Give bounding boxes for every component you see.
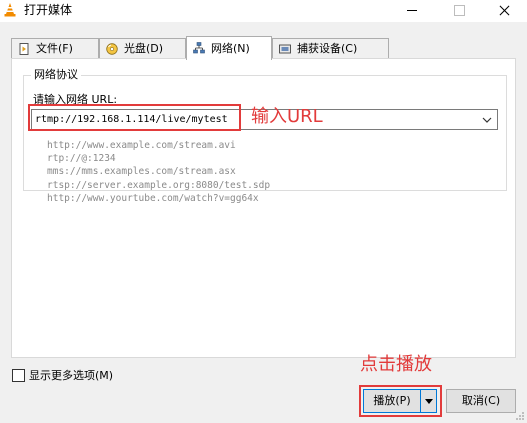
- capture-device-icon: [279, 44, 291, 54]
- tab-network[interactable]: 网络(N): [186, 36, 272, 60]
- tab-network-label: 网络(N): [211, 42, 250, 55]
- network-icon: [193, 42, 205, 54]
- play-options-dropdown[interactable]: [420, 389, 437, 413]
- tab-disc-label: 光盘(D): [124, 42, 164, 55]
- example-url: http://www.yourtube.com/watch?v=gg64x: [47, 192, 259, 204]
- cancel-button[interactable]: 取消(C): [446, 389, 516, 413]
- chevron-down-icon: [425, 399, 433, 404]
- file-icon: [19, 43, 29, 55]
- group-title: 网络协议: [31, 68, 81, 82]
- tab-disc[interactable]: 光盘(D): [99, 38, 186, 58]
- minimize-icon: [407, 10, 417, 11]
- chevron-down-icon[interactable]: [480, 112, 494, 127]
- example-url: rtsp://server.example.org:8080/test.sdp: [47, 179, 271, 191]
- maximize-icon: [454, 5, 465, 16]
- network-tab-panel: 网络协议 请输入网络 URL: http://www.example.com/s…: [11, 58, 516, 358]
- vlc-cone-icon: [4, 3, 16, 17]
- more-options-label[interactable]: 显示更多选项(M): [29, 369, 113, 383]
- play-button-label: 播放(P): [373, 394, 411, 407]
- tab-bar: 文件(F) 光盘(D) 网络(N) 捕获设备(C): [11, 36, 516, 60]
- tab-file[interactable]: 文件(F): [11, 38, 99, 58]
- play-button[interactable]: 播放(P): [363, 389, 421, 413]
- cancel-button-label: 取消(C): [461, 394, 501, 407]
- example-url: http://www.example.com/stream.avi: [47, 140, 236, 151]
- example-url: rtp://@:1234: [47, 153, 116, 165]
- more-options-checkbox[interactable]: [12, 369, 25, 382]
- close-button[interactable]: [481, 0, 527, 22]
- minimize-button[interactable]: [389, 0, 435, 22]
- tab-file-label: 文件(F): [36, 42, 73, 55]
- tab-capture-device[interactable]: 捕获设备(C): [272, 38, 389, 58]
- play-annotation: 点击播放: [360, 354, 432, 375]
- title-bar: 打开媒体: [0, 0, 527, 22]
- url-label: 请输入网络 URL:: [33, 93, 118, 106]
- tab-capture-device-label: 捕获设备(C): [297, 42, 358, 55]
- maximize-button[interactable]: [436, 0, 482, 22]
- example-url: mms://mms.examples.com/stream.asx: [47, 166, 236, 178]
- disc-icon: [106, 43, 118, 55]
- url-annotation: 输入URL: [251, 106, 323, 127]
- open-media-dialog: 打开媒体 文件(F) 光盘(D) 网络(N) 捕获设备(C) 网络协议 请输入网…: [0, 0, 527, 423]
- url-examples: http://www.example.com/stream.avi rtp://…: [47, 139, 270, 205]
- resize-grip-icon[interactable]: [515, 411, 525, 421]
- window-title: 打开媒体: [24, 3, 73, 17]
